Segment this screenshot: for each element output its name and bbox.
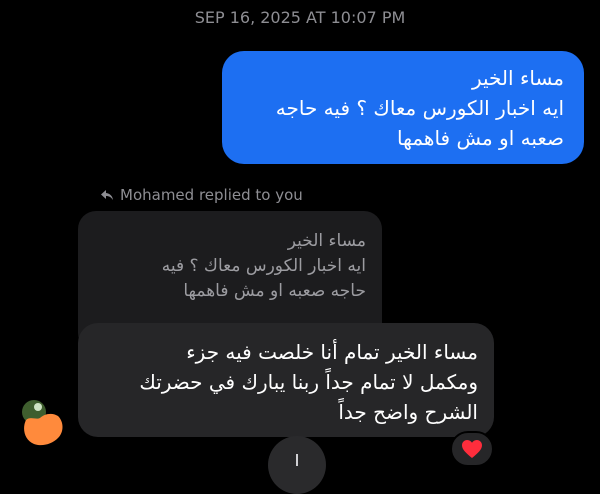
received-message-line: الشرح واضح جداً — [338, 400, 478, 424]
reply-arrow-icon — [101, 190, 113, 200]
red-heart-icon — [462, 440, 482, 458]
quoted-message-line: مساء الخير — [287, 231, 366, 251]
received-message-line: مساء الخير تمام أنا خلصت فيه جزء — [186, 340, 478, 364]
reply-indicator: Mohamed replied to you — [100, 185, 303, 205]
quoted-message-line: حاجه صعبه او مش فاهمها — [183, 281, 366, 301]
reply-label-text: Mohamed replied to you — [120, 186, 303, 204]
down-arrow-icon — [296, 454, 298, 466]
heart-reaction[interactable] — [450, 431, 494, 467]
scroll-to-bottom-button[interactable] — [268, 436, 326, 494]
received-message-bubble[interactable]: مساء الخير تمام أنا خلصت فيه جزء ومكمل ل… — [78, 323, 494, 437]
message-timestamp: SEP 16, 2025 AT 10:07 PM — [194, 8, 406, 27]
sent-message-bubble[interactable]: مساء الخير ايه اخبار الكورس معاك ؟ فيه ح… — [222, 51, 584, 164]
avatar[interactable] — [18, 398, 66, 446]
sent-message-line: مساء الخير — [471, 66, 564, 90]
received-message-line: ومكمل لا تمام جداً ربنا يبارك في حضرتك — [139, 370, 478, 394]
sent-message-line: ايه اخبار الكورس معاك ؟ فيه حاجه — [275, 96, 564, 120]
quoted-message-line: ايه اخبار الكورس معاك ؟ فيه — [161, 256, 366, 276]
sent-message-line: صعبه او مش فاهمها — [397, 126, 564, 150]
